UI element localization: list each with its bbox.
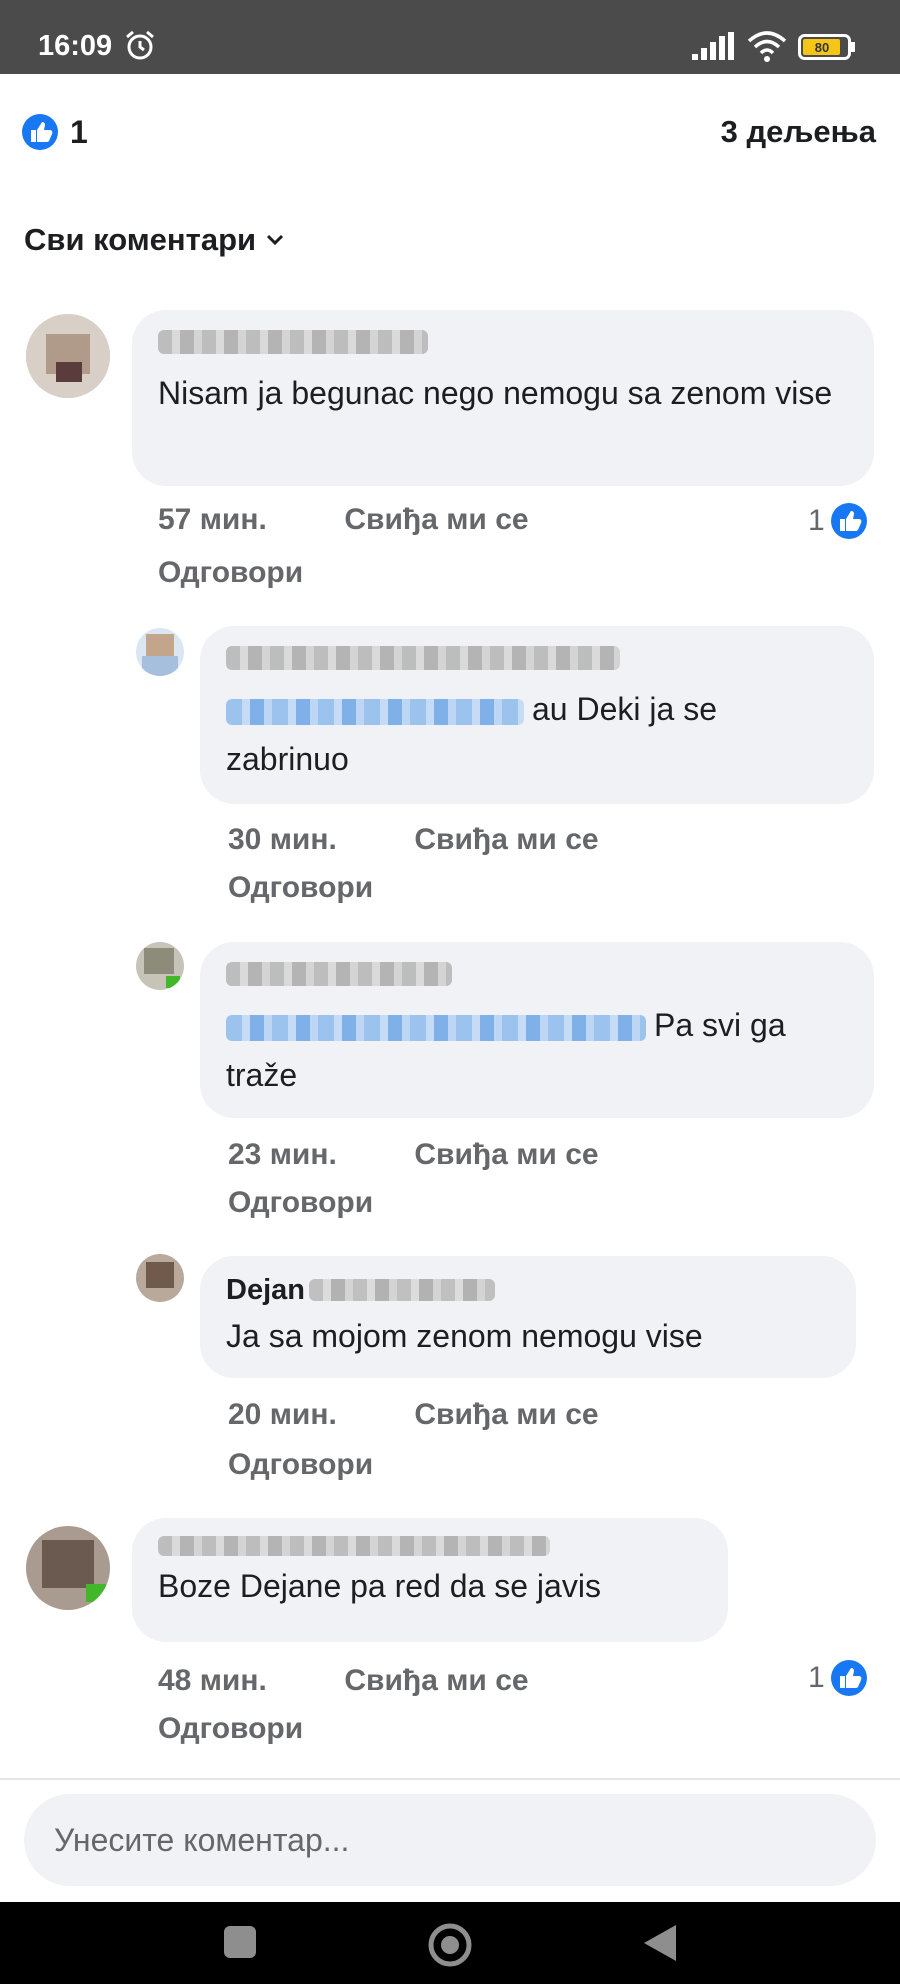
chevron-down-icon [267, 234, 284, 246]
comment-body: Pa svi ga traže [226, 1000, 848, 1100]
mention-blurred[interactable] [226, 698, 524, 725]
commenter-surname-blurred [308, 1279, 495, 1301]
like-badge-icon[interactable] [22, 114, 58, 150]
alarm-icon [126, 30, 154, 60]
avatar[interactable] [136, 942, 184, 990]
commenter-name[interactable]: Dejan [226, 1272, 830, 1308]
comment-bubble[interactable]: Boze Dejane pa red da se javis [132, 1518, 728, 1642]
comment-time[interactable]: 20 мин. [228, 1398, 368, 1432]
reply-button[interactable]: Одговори [228, 871, 373, 905]
avatar[interactable] [26, 314, 110, 398]
commenter-name-blurred[interactable] [158, 330, 428, 354]
home-button[interactable] [427, 1922, 473, 1968]
comment-reaction-count: 1 [808, 504, 825, 537]
status-bar: 16:09 80 [0, 0, 900, 74]
comment-reactions[interactable]: 1 [808, 503, 867, 539]
like-button[interactable]: Свиђа ми се [414, 1398, 598, 1432]
back-button[interactable] [640, 1922, 680, 1964]
comment-time[interactable]: 30 мин. [228, 823, 368, 857]
like-button[interactable]: Свиђа ми се [344, 503, 528, 537]
comment-time[interactable]: 57 мин. [158, 503, 298, 537]
comment-input-placeholder: Унесите коментар... [54, 1821, 350, 1858]
comment-reactions[interactable]: 1 [808, 1660, 867, 1696]
comment-meta: 48 мин. Свиђа ми се [158, 1664, 529, 1698]
like-button[interactable]: Свиђа ми се [344, 1664, 528, 1698]
comment-text: Ja sa mojom zenom nemogu vise [226, 1318, 703, 1354]
comment-time[interactable]: 48 мин. [158, 1664, 298, 1698]
comment-meta: 23 мин. Свиђа ми се [228, 1138, 599, 1172]
comment-text: Boze Dejane pa red da se javis [158, 1568, 601, 1604]
commenter-name-visible: Dejan [226, 1273, 305, 1306]
status-time: 16:09 [38, 30, 113, 62]
like-button[interactable]: Свиђа ми се [414, 823, 598, 857]
comment-bubble[interactable]: Nisam ja begunac nego nemogu sa zenom vi… [132, 310, 874, 486]
comment-body: au Deki ja se zabrinuo [226, 684, 848, 784]
reply-button[interactable]: Одговори [158, 556, 303, 590]
comment-text: Nisam ja begunac nego nemogu sa zenom vi… [158, 375, 833, 411]
comment-bubble[interactable]: Dejan Ja sa mojom zenom nemogu vise [200, 1256, 856, 1378]
shares-count[interactable]: 3 дељења [721, 114, 876, 150]
like-count[interactable]: 1 [70, 114, 88, 151]
commenter-name-blurred[interactable] [226, 962, 452, 986]
reply-button[interactable]: Одговори [158, 1712, 303, 1746]
divider [0, 1778, 900, 1780]
avatar[interactable] [136, 1254, 184, 1302]
battery-level: 80 [815, 40, 829, 55]
avatar[interactable] [26, 1526, 110, 1610]
comment-bubble[interactable]: au Deki ja se zabrinuo [200, 626, 874, 804]
navigation-bar [0, 1902, 900, 1984]
comment-bubble[interactable]: Pa svi ga traže [200, 942, 874, 1118]
comment-input[interactable]: Унесите коментар... [24, 1794, 876, 1886]
wifi-icon [747, 31, 787, 62]
signal-icon [692, 32, 734, 60]
comment-meta: 57 мин. Свиђа ми се [158, 503, 529, 537]
reactions-row: 1 3 дељења [0, 74, 900, 184]
filter-label: Сви коментари [24, 222, 257, 257]
recents-button[interactable] [224, 1926, 256, 1958]
battery-icon: 80 [798, 34, 855, 60]
comment-reaction-count: 1 [808, 1661, 825, 1694]
commenter-name-blurred[interactable] [158, 1536, 550, 1556]
comment-meta: 30 мин. Свиђа ми се [228, 823, 599, 857]
commenter-name-blurred[interactable] [226, 646, 620, 670]
comments-filter[interactable]: Сви коментари [24, 222, 284, 258]
reply-button[interactable]: Одговори [228, 1186, 373, 1220]
like-reaction-icon [830, 503, 867, 539]
avatar[interactable] [136, 628, 184, 676]
like-button[interactable]: Свиђа ми се [414, 1138, 598, 1172]
mention-blurred[interactable] [226, 1014, 646, 1041]
like-reaction-icon [830, 1660, 867, 1696]
comment-time[interactable]: 23 мин. [228, 1138, 368, 1172]
comment-meta: 20 мин. Свиђа ми се [228, 1398, 599, 1432]
reply-button[interactable]: Одговори [228, 1448, 373, 1482]
